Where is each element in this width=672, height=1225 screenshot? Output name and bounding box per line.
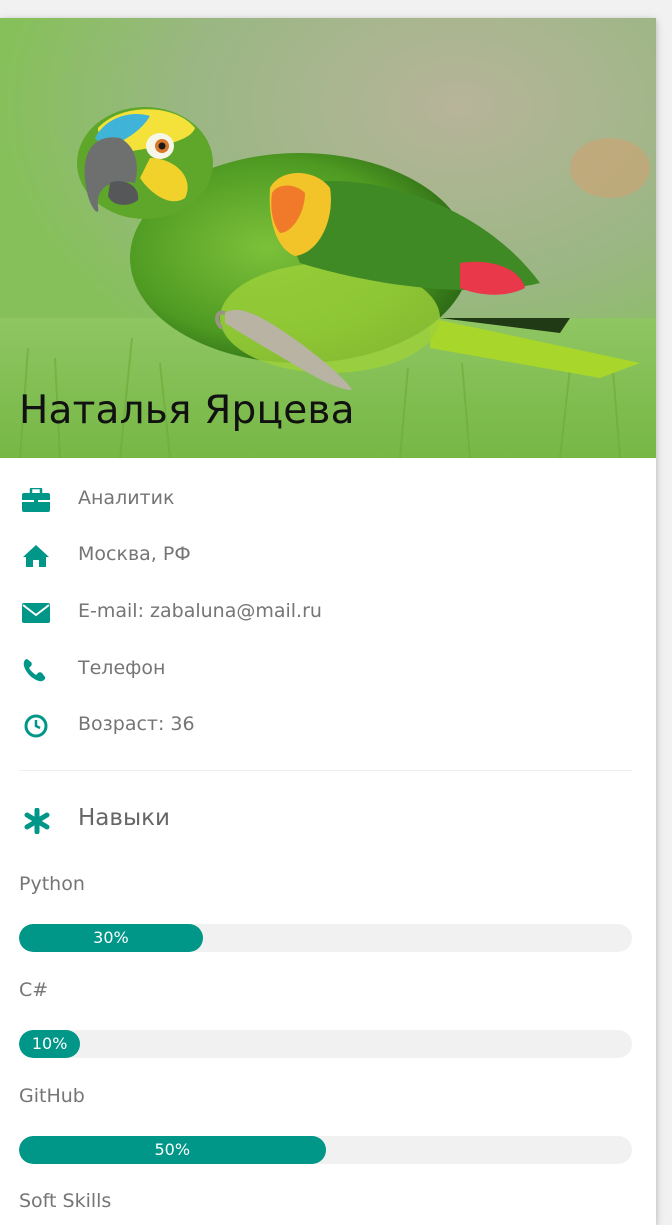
- skills-header: Навыки: [0, 801, 656, 841]
- profile-name: Наталья Ярцева: [19, 388, 355, 433]
- detail-location-text: Москва, РФ: [78, 543, 191, 565]
- skills-title: Навыки: [78, 805, 170, 831]
- asterisk-icon: [24, 808, 50, 834]
- detail-row-job: Аналитик: [0, 478, 656, 518]
- profile-card: Наталья Ярцева Аналитик Москва, РФ E-mai…: [0, 18, 656, 1225]
- section-divider: [19, 770, 632, 771]
- detail-age-text: Возраст: 36: [78, 713, 195, 735]
- detail-email-text: E-mail: zabaluna@mail.ru: [78, 600, 322, 622]
- skill-bar-csharp: 10%: [19, 1030, 632, 1058]
- detail-phone-text: Телефон: [78, 657, 166, 679]
- detail-row-location: Москва, РФ: [0, 534, 656, 574]
- detail-job-text: Аналитик: [78, 487, 175, 509]
- skill-label-softskills: Soft Skills: [19, 1190, 112, 1212]
- skill-bar-python: 30%: [19, 924, 632, 952]
- skill-fill-python: 30%: [19, 924, 203, 952]
- skill-fill-github: 50%: [19, 1136, 326, 1164]
- skill-label-csharp: C#: [19, 979, 49, 1001]
- briefcase-icon: [22, 488, 50, 512]
- detail-row-age: Возраст: 36: [0, 704, 656, 744]
- detail-row-email: E-mail: zabaluna@mail.ru: [0, 591, 656, 631]
- profile-photo: Наталья Ярцева: [0, 18, 656, 458]
- phone-icon: [23, 659, 46, 682]
- clock-icon: [24, 714, 48, 738]
- skill-bar-github: 50%: [19, 1136, 632, 1164]
- detail-row-phone: Телефон: [0, 648, 656, 688]
- skill-label-github: GitHub: [19, 1085, 85, 1107]
- home-icon: [23, 545, 49, 567]
- envelope-icon: [22, 603, 50, 623]
- skill-fill-csharp: 10%: [19, 1030, 81, 1058]
- skill-label-python: Python: [19, 873, 85, 895]
